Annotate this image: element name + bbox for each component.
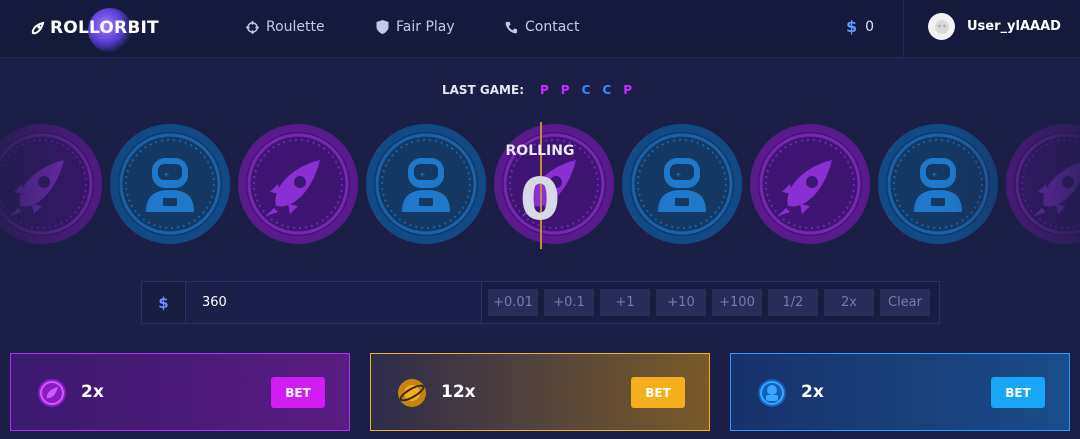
bet-amount-bar: $ +0.01 +0.1 +1 +10 +100 1/2 2x Clear	[141, 281, 940, 324]
phone-icon	[505, 21, 518, 33]
dollar-icon: $	[846, 17, 858, 36]
bet-panel-rocket: 2x BET	[10, 353, 350, 431]
bet-panel-multiplier: 2x	[81, 382, 104, 402]
balance-value: 0	[865, 18, 875, 35]
bet-panel-planet: 12x BET	[370, 353, 710, 431]
last-game-result: P	[623, 83, 633, 97]
nav-fair-play-label: Fair Play	[396, 19, 455, 35]
logo-text: ROLLORBIT	[50, 18, 159, 38]
astronaut-icon	[758, 379, 786, 407]
bet-rocket-button[interactable]: BET	[271, 377, 325, 408]
bet-add-0.01-button[interactable]: +0.01	[488, 289, 538, 316]
balance-display: $ 0	[846, 17, 874, 36]
last-game-result: C	[602, 83, 612, 97]
rocket-coin	[238, 124, 358, 244]
top-header: ROLLORBIT Roulette Fair Play Contact $ 0	[0, 0, 1080, 58]
bet-planet-button[interactable]: BET	[631, 377, 685, 408]
spinner-fade-right	[950, 120, 1080, 250]
nav-fair-play[interactable]: Fair Play	[376, 19, 455, 35]
username: User_ylAAAD	[967, 19, 1061, 34]
astronaut-coin: +	[622, 124, 742, 244]
crosshair-icon	[246, 20, 259, 34]
rocket-icon	[38, 379, 66, 407]
svg-text:+: +	[163, 170, 170, 179]
avatar	[928, 13, 955, 40]
bet-half-button[interactable]: 1/2	[768, 289, 818, 316]
avatar-icon	[934, 19, 949, 34]
svg-text:+: +	[931, 170, 938, 179]
nav-roulette-label: Roulette	[266, 19, 325, 35]
shield-icon	[376, 20, 389, 34]
bet-astronaut-button[interactable]: BET	[991, 377, 1045, 408]
bet-add-100-button[interactable]: +100	[712, 289, 762, 316]
svg-text:+: +	[675, 170, 682, 179]
header-divider	[903, 0, 904, 58]
spinner-fade-left	[0, 120, 130, 250]
user-menu[interactable]: User_ylAAAD	[928, 13, 1061, 40]
rolling-status: ROLLING	[505, 143, 575, 159]
nav-contact-label: Contact	[525, 19, 580, 35]
last-game-label: LAST GAME:	[441, 83, 524, 97]
last-game-history: LAST GAME: P P C C P	[0, 83, 1080, 97]
bet-add-0.1-button[interactable]: +0.1	[544, 289, 594, 316]
last-game-result: C	[581, 83, 591, 97]
planet-icon	[398, 379, 426, 407]
bet-add-1-button[interactable]: +1	[600, 289, 650, 316]
logo[interactable]: ROLLORBIT	[30, 8, 159, 52]
svg-text:+: +	[419, 170, 426, 179]
bet-modifier-buttons: +0.01 +0.1 +1 +10 +100 1/2 2x Clear	[482, 282, 936, 323]
nav-contact[interactable]: Contact	[505, 19, 579, 35]
bet-panel-astronaut: 2x BET	[730, 353, 1070, 431]
last-game-result: P	[540, 83, 549, 97]
bet-double-button[interactable]: 2x	[824, 289, 874, 316]
bet-panel-multiplier: 2x	[801, 382, 824, 402]
bet-panel-multiplier: 12x	[441, 382, 476, 402]
rocket-coin	[750, 124, 870, 244]
rolling-number: 0	[519, 165, 561, 233]
bet-amount-input[interactable]	[186, 282, 482, 323]
last-game-result: P	[560, 83, 570, 97]
bet-clear-button[interactable]: Clear	[880, 289, 930, 316]
bet-currency-icon: $	[142, 282, 186, 323]
rocket-icon	[31, 21, 45, 35]
nav-roulette[interactable]: Roulette	[246, 19, 325, 35]
bet-add-10-button[interactable]: +10	[656, 289, 706, 316]
